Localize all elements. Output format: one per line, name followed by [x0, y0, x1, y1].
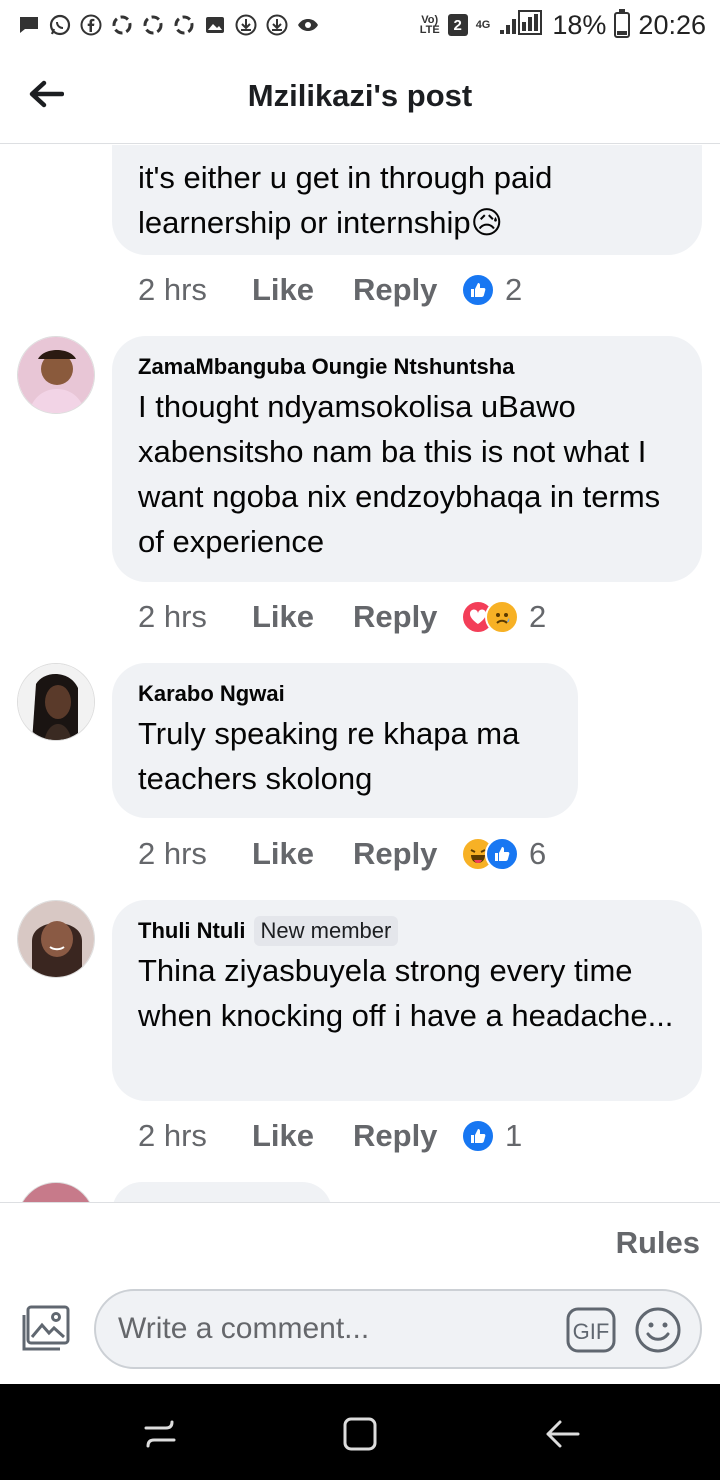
app-header: Mzilikazi's post — [0, 50, 720, 144]
comment-time[interactable]: 2 hrs — [138, 272, 252, 308]
recycle-icon — [142, 14, 164, 36]
sim-indicator: 2 — [447, 14, 468, 36]
back-nav-button[interactable] — [542, 1414, 582, 1454]
comment-bubble[interactable]: Thuli Ntuli New member Thina ziyasbuyela… — [112, 900, 702, 1101]
status-bar: Vo) LTE 2 4G 18% 20:26 — [0, 0, 720, 50]
comment-actions: 2 hrs Like Reply 6 — [138, 834, 546, 874]
recent-apps-button[interactable] — [140, 1414, 180, 1454]
comment-time[interactable]: 2 hrs — [138, 836, 252, 872]
gif-icon: GIF — [566, 1307, 616, 1353]
whatsapp-icon — [49, 14, 71, 36]
comment-time[interactable]: 2 hrs — [138, 599, 252, 635]
comment-input[interactable] — [118, 1312, 538, 1346]
smiley-icon — [635, 1307, 681, 1353]
new-member-badge: New member — [253, 916, 399, 946]
system-nav-bar — [0, 1384, 720, 1480]
gif-button[interactable]: GIF — [566, 1306, 616, 1354]
comment-text: Truly speaking re khapa ma teachers skol… — [138, 716, 520, 796]
comment-input-container: GIF — [94, 1289, 702, 1369]
comment-actions: 2 hrs Like Reply 2 — [138, 597, 546, 637]
recycle-icon — [173, 14, 195, 36]
reply-button[interactable]: Reply — [353, 1118, 461, 1154]
clock: 20:26 — [638, 9, 706, 40]
comment-bubble[interactable]: ZamaMbanguba Oungie Ntshuntsha I thought… — [112, 336, 702, 582]
rules-link[interactable]: Rules — [616, 1225, 700, 1261]
avatar[interactable] — [17, 900, 95, 978]
home-button[interactable] — [340, 1414, 380, 1454]
gif-label: GIF — [573, 1319, 610, 1344]
commenter-name[interactable]: Thuli Ntuli — [138, 918, 246, 944]
reaction-count: 6 — [529, 836, 547, 871]
download-icon — [266, 14, 288, 36]
avatar[interactable] — [17, 1182, 95, 1202]
download-icon — [235, 14, 257, 36]
like-reaction-icon — [485, 837, 519, 871]
reply-button[interactable]: Reply — [353, 599, 461, 635]
reactions[interactable] — [461, 837, 519, 871]
comment-bubble[interactable] — [112, 1182, 332, 1202]
like-reaction-icon — [461, 1119, 495, 1153]
back-nav-icon — [546, 1420, 580, 1448]
signal-icon — [498, 8, 544, 43]
emoji-button[interactable] — [634, 1306, 682, 1354]
comment-actions: 2 hrs Like Reply 2 — [138, 270, 522, 310]
notification-icons — [18, 14, 319, 36]
photo-icon — [22, 1305, 70, 1351]
message-icon — [18, 14, 40, 36]
recent-apps-icon — [144, 1420, 176, 1448]
facebook-icon — [80, 14, 102, 36]
comment-list[interactable]: it's either u get in through paid learne… — [0, 145, 720, 1202]
commenter-name[interactable]: Karabo Ngwai — [138, 681, 285, 707]
comment-bubble[interactable]: Karabo Ngwai Truly speaking re khapa ma … — [112, 663, 578, 818]
comment-bubble[interactable]: it's either u get in through paid learne… — [112, 145, 702, 255]
like-button[interactable]: Like — [252, 836, 353, 872]
eye-icon — [297, 14, 319, 36]
comment-actions: 2 hrs Like Reply 1 — [138, 1116, 522, 1156]
reactions[interactable] — [461, 1119, 495, 1153]
battery-icon — [614, 9, 631, 38]
like-button[interactable]: Like — [252, 599, 353, 635]
comment-time[interactable]: 2 hrs — [138, 1118, 252, 1154]
avatar[interactable] — [17, 663, 95, 741]
volte-indicator: Vo) LTE — [419, 14, 440, 36]
page-title: Mzilikazi's post — [247, 78, 473, 113]
home-icon — [343, 1417, 377, 1451]
reactions[interactable] — [461, 600, 519, 634]
like-reaction-icon — [461, 273, 495, 307]
comment-composer: Rules GIF — [0, 1202, 720, 1384]
comment-text: Thina ziyasbuyela strong every time when… — [138, 953, 674, 1033]
reaction-count: 2 — [505, 272, 523, 307]
photo-button[interactable] — [20, 1303, 72, 1355]
recycle-icon — [111, 14, 133, 36]
battery-percent: 18% — [552, 9, 607, 40]
avatar[interactable] — [17, 336, 95, 414]
comment-text: I thought ndyamsokolisa uBawo xabensitsh… — [138, 389, 661, 559]
commenter-name[interactable]: ZamaMbanguba Oungie Ntshuntsha — [138, 354, 514, 380]
reply-button[interactable]: Reply — [353, 836, 461, 872]
comment-text: it's either u get in through paid learne… — [138, 160, 553, 240]
reactions[interactable] — [461, 273, 495, 307]
sad-reaction-icon — [485, 600, 519, 634]
reply-button[interactable]: Reply — [353, 272, 461, 308]
reaction-count: 1 — [505, 1118, 523, 1153]
system-indicators: Vo) LTE 2 4G 18% 20:26 — [420, 8, 706, 43]
gallery-icon — [204, 14, 226, 36]
reaction-count: 2 — [529, 599, 547, 634]
like-button[interactable]: Like — [252, 1118, 353, 1154]
network-type: 4G — [475, 19, 491, 31]
like-button[interactable]: Like — [252, 272, 353, 308]
